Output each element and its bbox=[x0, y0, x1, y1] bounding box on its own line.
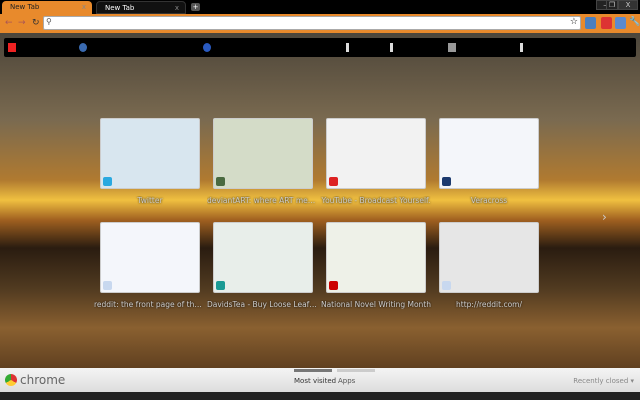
most-visited-title[interactable]: http://reddit.com/ bbox=[433, 300, 545, 309]
most-visited-indicator bbox=[294, 369, 332, 372]
wordpress-icon[interactable] bbox=[79, 43, 87, 52]
back-icon[interactable]: ← bbox=[5, 18, 13, 28]
ntp-footer: chrome Most visited Apps Recently closed… bbox=[0, 368, 640, 392]
site-favicon-icon bbox=[329, 177, 338, 186]
close-tab-icon[interactable]: x bbox=[175, 4, 179, 12]
toolbar: ← → ↻ ⚲ ☆ 🔧 bbox=[0, 14, 640, 33]
most-visited-title[interactable]: deviantART: where ART meets ap... bbox=[207, 196, 319, 205]
extension-translate-icon[interactable] bbox=[615, 17, 626, 29]
omnibox[interactable]: ⚲ ☆ bbox=[43, 16, 581, 30]
most-visited-thumbnail[interactable] bbox=[100, 118, 200, 189]
most-visited-thumbnail[interactable] bbox=[213, 222, 313, 293]
site-favicon-icon bbox=[103, 177, 112, 186]
bookmark-info-icon[interactable] bbox=[390, 43, 393, 52]
site-favicon-icon bbox=[442, 177, 451, 186]
site-favicon-icon bbox=[216, 281, 225, 290]
search-icon: ⚲ bbox=[46, 17, 52, 26]
apps-grid-icon[interactable] bbox=[8, 43, 16, 52]
forward-icon[interactable]: → bbox=[18, 18, 26, 28]
close-window-button[interactable]: X bbox=[618, 0, 638, 10]
reload-icon[interactable]: ↻ bbox=[32, 18, 40, 28]
bookmarks-bar bbox=[4, 38, 636, 57]
restore-button[interactable]: ❐ bbox=[606, 0, 618, 10]
most-visited-thumbnail[interactable] bbox=[326, 222, 426, 293]
most-visited-tab[interactable]: Most visited bbox=[294, 377, 336, 385]
chrome-wordmark: chrome bbox=[20, 373, 66, 387]
tab-label: New Tab bbox=[10, 3, 40, 11]
apps-indicator bbox=[337, 369, 375, 372]
bookmark-blue-icon[interactable] bbox=[203, 43, 211, 52]
extension-calendar-icon[interactable] bbox=[585, 17, 596, 29]
bookmark-page-icon[interactable] bbox=[448, 43, 456, 52]
new-tab-button[interactable]: + bbox=[191, 3, 200, 11]
omnibox-input[interactable] bbox=[56, 17, 566, 29]
apps-tab[interactable]: Apps bbox=[338, 377, 355, 385]
taskbar bbox=[0, 392, 640, 400]
tab-label: New Tab bbox=[105, 4, 135, 12]
bookmark-info-icon[interactable] bbox=[346, 43, 349, 52]
most-visited-title[interactable]: YouTube - Broadcast Yourself. bbox=[320, 196, 432, 205]
site-favicon-icon bbox=[442, 281, 451, 290]
recently-closed-menu[interactable]: Recently closed ▾ bbox=[573, 377, 634, 385]
wrench-icon[interactable]: 🔧 bbox=[629, 17, 640, 27]
close-tab-icon[interactable]: x bbox=[82, 3, 86, 11]
most-visited-thumbnail[interactable] bbox=[326, 118, 426, 189]
most-visited-title[interactable]: DavidsTea - Buy Loose Leaf Tea ... bbox=[207, 300, 319, 309]
bookmark-star-icon[interactable]: ☆ bbox=[570, 17, 578, 27]
most-visited-thumbnail[interactable] bbox=[439, 222, 539, 293]
most-visited-title[interactable]: Veracross bbox=[433, 196, 545, 205]
most-visited-title[interactable]: National Novel Writing Month bbox=[320, 300, 432, 309]
most-visited-title[interactable]: Twitter bbox=[94, 196, 206, 205]
site-favicon-icon bbox=[103, 281, 112, 290]
extension-red-icon[interactable] bbox=[601, 17, 612, 29]
site-favicon-icon bbox=[216, 177, 225, 186]
next-page-arrow[interactable]: › bbox=[602, 210, 607, 224]
tab-new-tab-1[interactable]: New Tab x bbox=[2, 1, 92, 14]
most-visited-thumbnail[interactable] bbox=[213, 118, 313, 189]
tab-new-tab-2[interactable]: New Tab x bbox=[96, 1, 186, 14]
site-favicon-icon bbox=[329, 281, 338, 290]
chrome-logo-icon bbox=[5, 374, 17, 386]
tab-strip: New Tab x New Tab x + – ❐ X bbox=[0, 0, 640, 14]
bookmark-info-icon[interactable] bbox=[520, 43, 523, 52]
most-visited-thumbnail[interactable] bbox=[100, 222, 200, 293]
most-visited-title[interactable]: reddit: the front page of the inter... bbox=[94, 300, 206, 309]
most-visited-thumbnail[interactable] bbox=[439, 118, 539, 189]
